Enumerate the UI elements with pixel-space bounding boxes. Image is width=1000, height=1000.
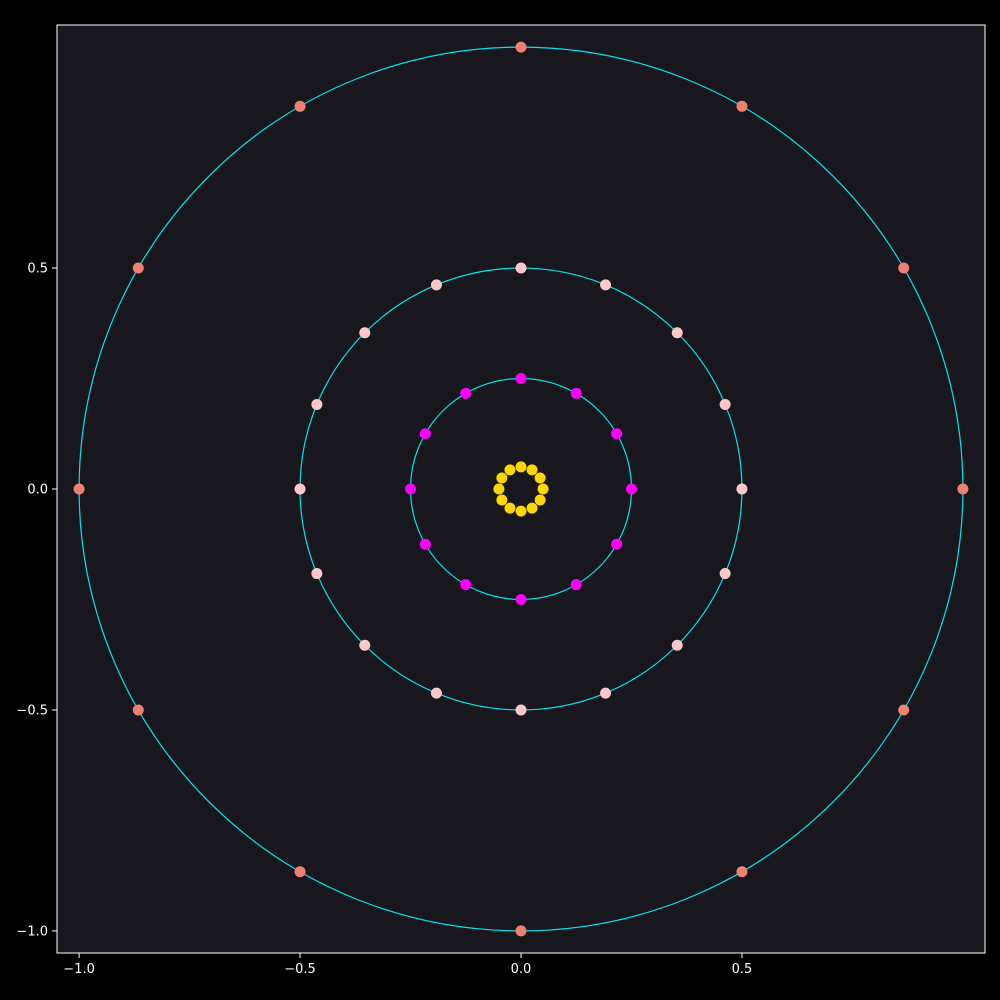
- data-point: [311, 568, 323, 580]
- data-point: [132, 704, 144, 716]
- data-point: [460, 387, 472, 399]
- data-point: [736, 483, 748, 495]
- data-point: [671, 639, 683, 651]
- data-point: [515, 461, 527, 473]
- data-point: [898, 262, 910, 274]
- data-point: [73, 483, 85, 495]
- y-tick-label: 0.0: [27, 483, 48, 498]
- data-point: [405, 483, 417, 495]
- chart: −1.0 −0.5 0.0 0.5 0.5 0.0 −0.5 −1.0: [0, 0, 1000, 1000]
- data-point: [504, 464, 516, 476]
- data-point: [493, 483, 505, 495]
- data-point: [611, 538, 623, 550]
- data-point: [570, 579, 582, 591]
- data-point: [515, 41, 527, 53]
- data-point: [719, 568, 731, 580]
- x-tick-label: 0.0: [511, 962, 532, 977]
- plot-area: [57, 25, 985, 953]
- data-point: [515, 505, 527, 517]
- data-point: [611, 428, 623, 440]
- data-point: [515, 704, 527, 716]
- data-point: [311, 398, 323, 410]
- data-point: [359, 639, 371, 651]
- data-point: [496, 472, 508, 484]
- data-point: [460, 579, 472, 591]
- data-point: [957, 483, 969, 495]
- data-point: [736, 100, 748, 112]
- data-point: [515, 925, 527, 937]
- data-point: [132, 262, 144, 274]
- data-point: [600, 279, 612, 291]
- data-point: [625, 483, 637, 495]
- data-point: [534, 494, 546, 506]
- data-point: [294, 866, 306, 878]
- data-point: [534, 472, 546, 484]
- data-point: [537, 483, 549, 495]
- data-point: [359, 327, 371, 339]
- y-tick-label: −0.5: [16, 703, 48, 718]
- x-tick-label: −0.5: [284, 962, 316, 977]
- y-tick-label: 0.5: [27, 262, 48, 277]
- y-tick-label: −1.0: [16, 924, 48, 939]
- data-point: [719, 398, 731, 410]
- data-point: [419, 538, 431, 550]
- data-point: [526, 502, 538, 514]
- data-point: [515, 373, 527, 385]
- data-point: [430, 279, 442, 291]
- data-point: [515, 593, 527, 605]
- data-point: [898, 704, 910, 716]
- data-point: [294, 483, 306, 495]
- data-point: [671, 327, 683, 339]
- data-point: [294, 100, 306, 112]
- data-point: [515, 262, 527, 274]
- data-point: [430, 687, 442, 699]
- data-point: [496, 494, 508, 506]
- data-point: [600, 687, 612, 699]
- data-point: [504, 502, 516, 514]
- data-point: [570, 387, 582, 399]
- x-tick-label: 0.5: [732, 962, 753, 977]
- data-point: [736, 866, 748, 878]
- x-tick-label: −1.0: [63, 962, 95, 977]
- data-point: [419, 428, 431, 440]
- data-point: [526, 464, 538, 476]
